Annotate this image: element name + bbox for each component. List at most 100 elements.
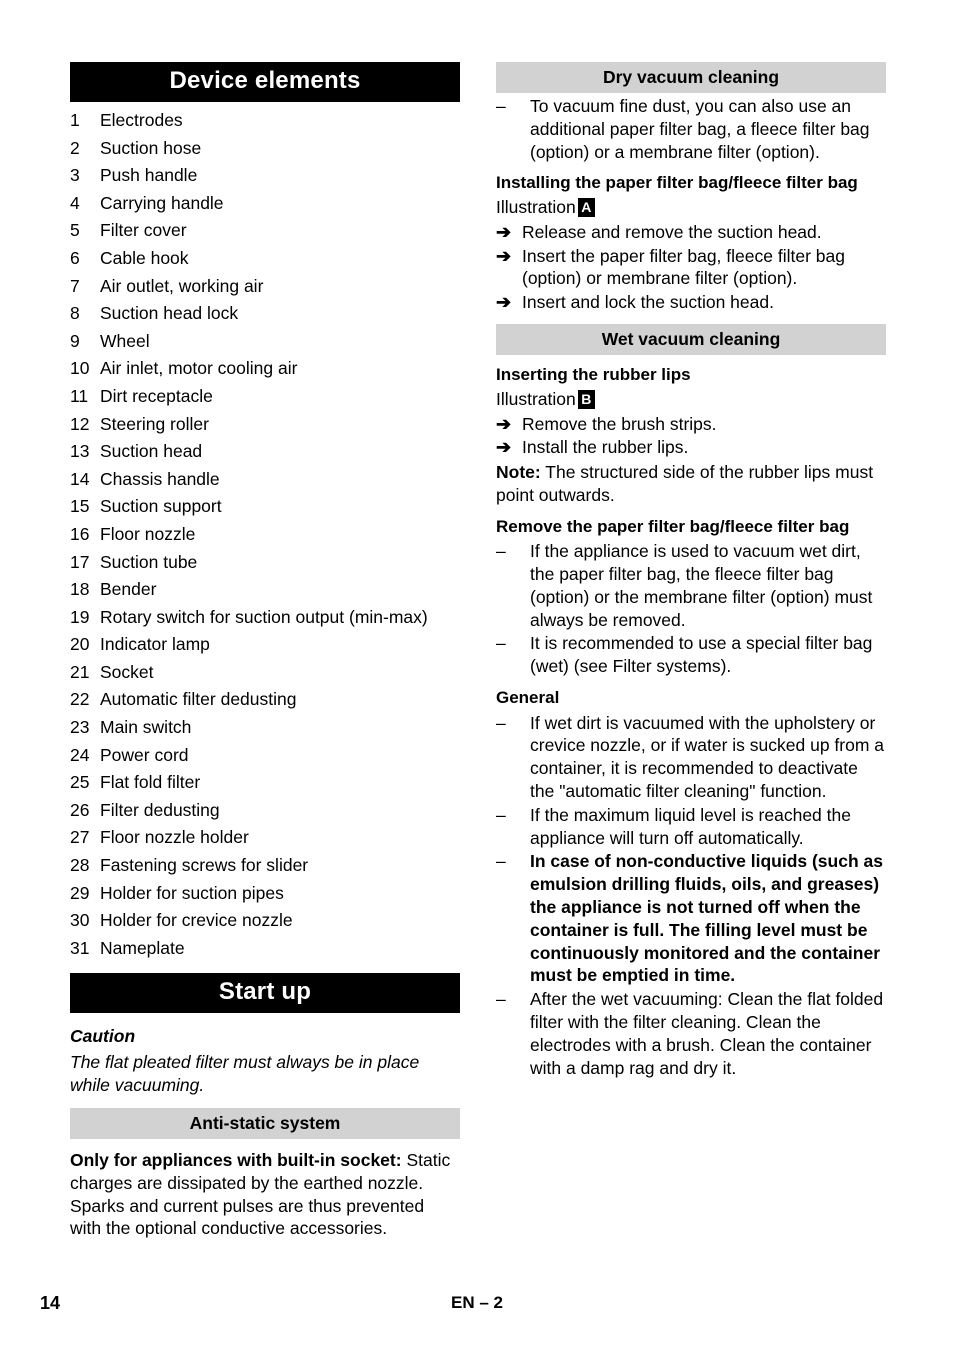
dash-bullet-icon: – [496, 804, 506, 825]
general-bullet: – If wet dirt is vacuumed with the uphols… [496, 712, 886, 803]
device-element-number: 22 [70, 689, 90, 710]
illustration-reference-a: Illustration A [496, 196, 886, 219]
device-element-label: Wheel [100, 330, 150, 351]
installing-step-text: Release and remove the suction head. [522, 221, 822, 242]
subheading-inserting-rubber-lips: Inserting the rubber lips [496, 365, 691, 385]
device-element-number: 16 [70, 523, 90, 544]
device-element-number: 15 [70, 496, 90, 517]
device-element-label: Main switch [100, 717, 192, 738]
device-element-number: 25 [70, 772, 90, 793]
device-elements-list: 1 Electrodes 2 Suction hose 3 Push handle 4 Car… [70, 107, 460, 962]
device-element-number: 13 [70, 441, 90, 462]
device-element-label: Floor nozzle holder [100, 827, 249, 848]
device-element-item: 28 Fastening screws for slider [70, 852, 460, 880]
rubber-lips-step: ➔ Remove the brush strips. [496, 413, 886, 436]
illustration-label-a: Illustration [496, 196, 576, 217]
device-element-item: 21 Socket [70, 659, 460, 687]
general-bullet: – If the maximum liquid level is reached … [496, 804, 886, 850]
device-element-item: 12 Steering roller [70, 411, 460, 439]
general-bullet-text: If wet dirt is vacuumed with the upholst… [530, 712, 885, 801]
manual-page: Device elements 1 Electrodes 2 Suction hose… [0, 0, 954, 1354]
device-element-label: Filter cover [100, 220, 187, 241]
device-element-number: 31 [70, 937, 90, 958]
device-element-item: 8 Suction head lock [70, 300, 460, 328]
device-element-label: Suction hose [100, 137, 202, 158]
remove-bag-bullet: – If the appliance is used to vacuum wet … [496, 540, 886, 631]
arrow-icon: ➔ [496, 413, 512, 434]
right-column: Dry vacuum cleaning – To vacuum fine dust… [496, 62, 886, 1079]
section-heading-start-up: Start up [70, 973, 460, 1014]
device-element-number: 29 [70, 882, 90, 903]
device-element-label: Bender [100, 579, 157, 600]
device-element-label: Cable hook [100, 247, 189, 268]
device-element-number: 10 [70, 358, 90, 379]
general-bullet-text: After the wet vacuuming: Clean the flat … [530, 989, 884, 1078]
device-element-item: 23 Main switch [70, 714, 460, 742]
dash-bullet-icon: – [496, 851, 506, 872]
rubber-lips-step-text: Install the rubber lips. [522, 437, 689, 458]
device-element-number: 7 [70, 275, 80, 296]
dash-bullet-icon: – [496, 96, 506, 116]
page-footer: 14 EN – 2 [0, 1292, 954, 1322]
installing-steps-list: ➔ Release and remove the suction head. ➔ In… [496, 221, 886, 314]
device-element-number: 23 [70, 717, 90, 738]
device-element-number: 2 [70, 137, 80, 158]
device-element-item: 29 Holder for suction pipes [70, 880, 460, 908]
device-element-label: Electrodes [100, 110, 183, 130]
device-element-number: 24 [70, 744, 90, 765]
subheading-general: General [496, 688, 560, 708]
device-element-item: 10 Air inlet, motor cooling air [70, 355, 460, 383]
device-element-number: 30 [70, 910, 90, 931]
dry-vacuum-bullet-list: – To vacuum fine dust, you can also use a… [496, 95, 886, 163]
remove-bag-bullet: – It is recommended to use a special filt… [496, 632, 886, 678]
device-element-number: 11 [70, 385, 89, 406]
device-element-number: 3 [70, 165, 80, 186]
installing-step-text: Insert the paper filter bag, fleece filt… [522, 245, 845, 289]
device-element-item: 19 Rotary switch for suction output (min-… [70, 604, 460, 632]
rubber-lips-step-text: Remove the brush strips. [522, 413, 717, 434]
device-element-label: Rotary switch for suction output (min-ma… [100, 606, 428, 627]
device-element-number: 17 [70, 551, 90, 572]
device-element-number: 18 [70, 579, 90, 600]
installing-step: ➔ Release and remove the suction head. [496, 221, 886, 244]
device-element-label: Suction tube [100, 551, 198, 572]
caution-label: Caution [70, 1026, 136, 1047]
section-heading-wet-vacuum-cleaning: Wet vacuum cleaning [496, 324, 886, 356]
device-element-label: Automatic filter dedusting [100, 689, 297, 710]
device-element-number: 1 [70, 110, 80, 130]
device-element-item: 18 Bender [70, 576, 460, 604]
device-element-number: 12 [70, 413, 90, 434]
device-element-number: 14 [70, 468, 90, 489]
dry-vacuum-bullet: – To vacuum fine dust, you can also use a… [496, 95, 886, 163]
device-element-item: 30 Holder for crevice nozzle [70, 907, 460, 935]
device-element-label: Filter dedusting [100, 799, 220, 820]
device-element-label: Flat fold filter [100, 772, 201, 793]
dash-bullet-icon: – [496, 633, 506, 654]
device-element-item: 20 Indicator lamp [70, 631, 460, 659]
device-element-item: 22 Automatic filter dedusting [70, 686, 460, 714]
device-element-label: Chassis handle [100, 468, 220, 489]
device-element-number: 26 [70, 799, 90, 820]
left-column: Device elements 1 Electrodes 2 Suction hose… [70, 62, 460, 1240]
device-element-label: Air inlet, motor cooling air [100, 358, 298, 379]
footer-language-marker: EN – 2 [451, 1293, 503, 1312]
device-element-item: 3 Push handle [70, 162, 460, 190]
device-element-label: Fastening screws for slider [100, 855, 309, 876]
subheading-installing-paper-filter-bag: Installing the paper filter bag/fleece f… [496, 173, 858, 193]
device-element-label: Dirt receptacle [100, 385, 213, 406]
device-element-label: Carrying handle [100, 192, 224, 213]
note-text: The structured side of the rubber lips m… [496, 462, 874, 505]
device-element-item: 7 Air outlet, working air [70, 273, 460, 301]
device-element-item: 16 Floor nozzle [70, 521, 460, 549]
device-element-number: 19 [70, 606, 90, 627]
device-element-item: 24 Power cord [70, 742, 460, 770]
rubber-lips-steps-list: ➔ Remove the brush strips. ➔ Install the ru… [496, 413, 886, 460]
device-element-item: 25 Flat fold filter [70, 769, 460, 797]
device-element-number: 27 [70, 827, 90, 848]
subsection-heading-anti-static-system: Anti-static system [70, 1108, 460, 1139]
general-bullet-text: If the maximum liquid level is reached t… [530, 804, 851, 848]
general-bullet: – In case of non-conductive liquids (such… [496, 850, 886, 987]
rubber-lips-note: Note: The structured side of the rubber … [496, 461, 886, 507]
rubber-lips-step: ➔ Install the rubber lips. [496, 436, 886, 459]
remove-bag-bullet-text: It is recommended to use a special filte… [530, 633, 873, 677]
